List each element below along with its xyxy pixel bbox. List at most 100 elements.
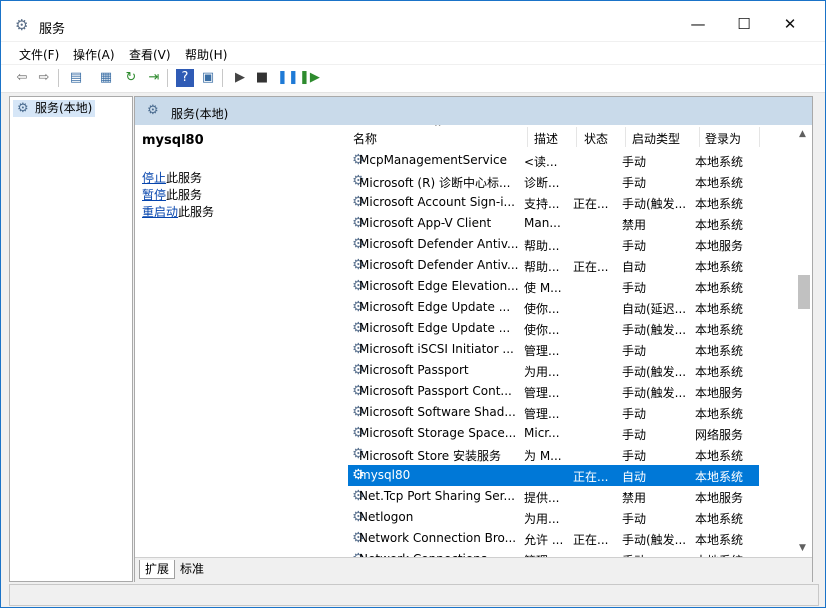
table-row[interactable]: ⚙ Microsoft Storage Space... Micr... 手动 网络服务 xyxy=(348,423,759,444)
scroll-down-icon[interactable]: ▼ xyxy=(794,543,811,553)
cell-description: 帮助... xyxy=(524,239,560,253)
stop-service-link[interactable]: 停止 xyxy=(142,171,166,185)
tab-extended[interactable]: 扩展 xyxy=(139,560,176,579)
stop-service-icon[interactable]: ■ xyxy=(253,69,271,87)
menu-help[interactable]: 帮助(H) xyxy=(185,46,227,63)
cell-startup-type: 手动(触发... xyxy=(622,197,686,211)
pause-service-icon[interactable]: ❚❚ xyxy=(277,69,299,87)
table-row[interactable]: ⚙ Microsoft Passport 为用... 手动(触发... 本地系统 xyxy=(348,360,759,381)
forward-icon[interactable]: ⇨ xyxy=(35,69,53,87)
cell-startup-type: 手动(触发... xyxy=(622,323,686,337)
main-pane: ⚙ 服务(本地) mysql80 停止此服务 暂停此服务 重启动此服务 ^ 名称… xyxy=(134,96,813,582)
cell-description: 使你... xyxy=(524,302,560,316)
table-row[interactable]: ⚙ Microsoft App-V Client Man... 禁用 本地系统 xyxy=(348,213,759,234)
column-header-status[interactable]: 状态 xyxy=(584,130,608,147)
pause-service-line: 暂停此服务 xyxy=(142,186,202,203)
table-row[interactable]: ⚙ Microsoft Defender Antiv... 帮助... 正在... 自动… xyxy=(348,255,759,276)
table-row[interactable]: ⚙ Microsoft Store 安装服务为 M... 手动 本地系统 xyxy=(348,444,759,465)
vertical-scrollbar[interactable]: ▲ ▼ xyxy=(794,125,811,557)
table-row[interactable]: ⚙ Network Connection Bro... 允许 ... 正在... 手动(… xyxy=(348,528,759,549)
help-icon[interactable]: ? xyxy=(176,69,194,87)
status-bar xyxy=(9,584,819,606)
services-window: ⚙ 服务 — ☐ ✕ 文件(F) 操作(A) 查看(V) 帮助(H) ⇦ ⇨ ▤ ▦ ↻… xyxy=(0,0,826,608)
cell-status: 正在... xyxy=(573,197,609,211)
column-header-name[interactable]: 名称 xyxy=(353,130,377,147)
cell-log-on-as: 本地系统 xyxy=(695,281,744,295)
show-hide-tree-icon[interactable]: ▤ xyxy=(67,69,85,87)
cell-description: 提供... xyxy=(524,491,560,505)
resume-service-icon[interactable]: ❚▶ xyxy=(299,69,320,87)
close-button[interactable]: ✕ xyxy=(767,9,813,39)
services-gear-icon: ⚙ xyxy=(17,101,29,116)
cell-log-on-as: 本地系统 xyxy=(695,365,744,379)
cell-log-on-as: 本地系统 xyxy=(695,344,744,358)
column-header-startup-type[interactable]: 启动类型 xyxy=(632,130,680,147)
table-row[interactable]: ⚙ McpManagementService <读... 手动 本地系统 xyxy=(348,150,759,171)
column-divider[interactable] xyxy=(625,127,626,147)
column-header-log-on-as[interactable]: 登录为 xyxy=(705,130,741,147)
tab-standard[interactable]: 标准 xyxy=(175,560,209,578)
table-row[interactable]: ⚙ Microsoft Defender Antiv... 帮助... 手动 本地服务 xyxy=(348,234,759,255)
table-row[interactable]: ⚙ Microsoft Edge Elevation... 使 M... 手动 本地系统 xyxy=(348,276,759,297)
title-bar: ⚙ 服务 — ☐ ✕ xyxy=(1,1,825,41)
cell-name: Microsoft Defender Antiv... xyxy=(359,258,519,272)
cell-startup-type: 手动 xyxy=(622,344,647,358)
scrollbar-thumb[interactable] xyxy=(798,275,810,309)
cell-description: 支持... xyxy=(524,197,560,211)
cell-startup-type: 手动 xyxy=(622,407,647,421)
cell-status: 正在... xyxy=(573,470,609,484)
cell-description: 使你... xyxy=(524,323,560,337)
table-row[interactable]: ⚙ Microsoft iSCSI Initiator ... 管理... 手动 本地系… xyxy=(348,339,759,360)
table-row[interactable]: ⚙ Net.Tcp Port Sharing Ser... 提供... 禁用 本地服务 xyxy=(348,486,759,507)
table-row[interactable]: ⚙ Microsoft Software Shad... 管理... 手动 本地系统 xyxy=(348,402,759,423)
pause-service-link[interactable]: 暂停 xyxy=(142,188,166,202)
cell-name: Microsoft Account Sign-i... xyxy=(359,195,515,209)
cell-startup-type: 自动(延迟... xyxy=(622,302,686,316)
restart-service-line: 重启动此服务 xyxy=(142,203,214,220)
column-divider[interactable] xyxy=(527,127,528,147)
table-row[interactable]: ⚙Network Connections管理...手动本地系统 xyxy=(348,549,759,557)
cell-description: <读... xyxy=(524,155,558,169)
minimize-button[interactable]: — xyxy=(675,9,721,39)
restart-service-link[interactable]: 重启动 xyxy=(142,205,178,219)
scroll-up-icon[interactable]: ▲ xyxy=(794,129,811,139)
export-list-icon[interactable]: ⇥ xyxy=(145,69,163,87)
cell-log-on-as: 本地系统 xyxy=(695,260,744,274)
maximize-button[interactable]: ☐ xyxy=(721,9,767,39)
table-row[interactable]: ⚙ Microsoft (R) 诊断中心标... 诊断... 手动 本地系统 xyxy=(348,171,759,192)
table-row[interactable]: ⚙ Microsoft Edge Update ... 使你... 手动(触发... 本… xyxy=(348,318,759,339)
stop-service-line: 停止此服务 xyxy=(142,169,202,186)
cell-log-on-as: 本地系统 xyxy=(695,407,744,421)
column-divider[interactable] xyxy=(699,127,700,147)
column-divider[interactable] xyxy=(759,127,760,147)
menu-action[interactable]: 操作(A) xyxy=(73,46,115,63)
cell-name: Microsoft Software Shad... xyxy=(359,405,516,419)
column-header-description[interactable]: 描述 xyxy=(534,130,558,147)
tree-item-services-local[interactable]: ⚙ 服务(本地) xyxy=(13,100,96,117)
properties-icon[interactable]: ▦ xyxy=(97,69,115,87)
cell-description: Man... xyxy=(524,216,561,230)
table-row[interactable]: ⚙ Microsoft Edge Update ... 使你... 自动(延迟... 本… xyxy=(348,297,759,318)
view-tabs: 扩展 标准 xyxy=(135,557,812,582)
cell-description: 管理... xyxy=(524,386,560,400)
cell-startup-type: 手动 xyxy=(622,512,647,526)
menu-file[interactable]: 文件(F) xyxy=(19,46,59,63)
cell-log-on-as: 本地服务 xyxy=(695,386,744,400)
table-row[interactable]: ⚙ Netlogon 为用... 手动 本地系统 xyxy=(348,507,759,528)
cell-name: Microsoft Passport xyxy=(359,363,469,377)
menu-bar: 文件(F) 操作(A) 查看(V) 帮助(H) xyxy=(1,42,825,64)
start-service-icon[interactable]: ▶ xyxy=(231,69,249,87)
cell-startup-type: 禁用 xyxy=(622,218,647,232)
services-gear-icon: ⚙ xyxy=(15,16,29,34)
cell-log-on-as: 本地系统 xyxy=(695,176,744,190)
menu-view[interactable]: 查看(V) xyxy=(129,46,171,63)
refresh-icon[interactable]: ↻ xyxy=(122,69,140,87)
cell-name: Microsoft Passport Cont... xyxy=(359,384,512,398)
tree-item-label: 服务(本地) xyxy=(35,101,93,115)
table-row[interactable]: ⚙ Microsoft Passport Cont... 管理... 手动(触发...… xyxy=(348,381,759,402)
back-icon[interactable]: ⇦ xyxy=(13,69,31,87)
table-row-selected[interactable]: ⚙ mysql80 正在... 自动 本地系统 xyxy=(347,464,760,487)
column-divider[interactable] xyxy=(576,127,577,147)
console-icon[interactable]: ▣ xyxy=(199,69,217,87)
table-row[interactable]: ⚙ Microsoft Account Sign-i... 支持... 正在... 手动… xyxy=(348,192,759,213)
